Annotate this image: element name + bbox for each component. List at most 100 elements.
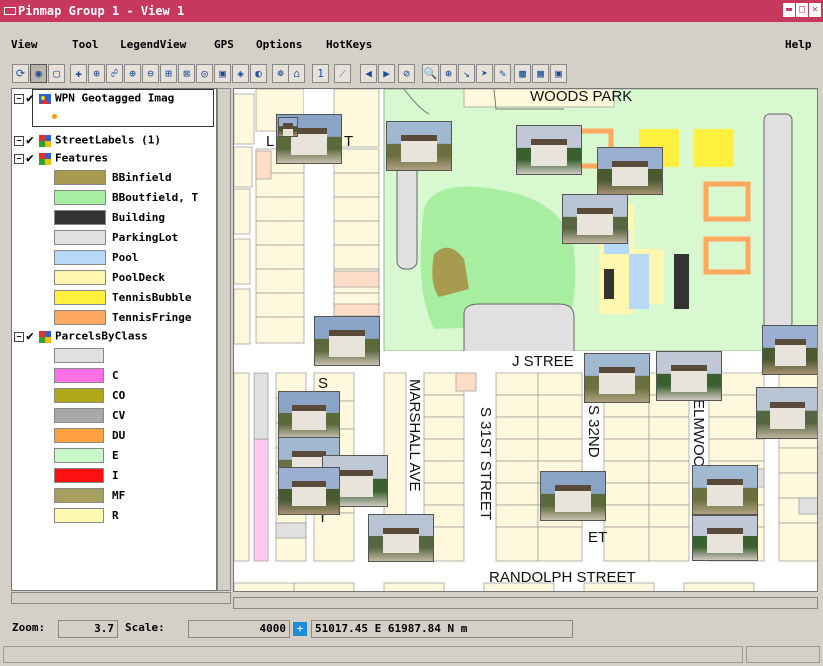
- photo-thumbnail[interactable]: [278, 391, 340, 439]
- menu-hotkeys[interactable]: HotKeys: [326, 38, 372, 51]
- legend-swatch: [54, 190, 106, 205]
- checkbox-icon[interactable]: ✔: [26, 151, 38, 166]
- zoom-field[interactable]: 3.7: [58, 620, 118, 638]
- message-field-right: [746, 646, 820, 663]
- photo-icon[interactable]: ◐: [250, 64, 267, 83]
- gps-icon[interactable]: ☸: [272, 64, 289, 83]
- edit-icon[interactable]: ✎: [494, 64, 511, 83]
- zoom-out-icon[interactable]: ⊖: [142, 64, 159, 83]
- menu-help[interactable]: Help: [785, 38, 812, 51]
- window-menu-icon[interactable]: [4, 7, 16, 15]
- photo-thumbnail[interactable]: [584, 353, 650, 403]
- map-horizontal-scrollbar[interactable]: [233, 597, 818, 609]
- label-marshall-ave: MARSHALL AVE: [406, 379, 423, 492]
- select-rect-icon[interactable]: ▢: [48, 64, 65, 83]
- add-layer-icon[interactable]: ✚: [70, 64, 87, 83]
- photo-thumbnail[interactable]: [597, 147, 663, 195]
- map-vertical-scrollbar[interactable]: [818, 88, 823, 592]
- collapse-icon[interactable]: −: [14, 93, 24, 104]
- collapse-icon[interactable]: −: [14, 153, 24, 164]
- arrow-tool-icon[interactable]: ↘: [458, 64, 475, 83]
- collapse-icon[interactable]: −: [14, 135, 24, 146]
- legend-horizontal-scrollbar[interactable]: [11, 592, 231, 604]
- house-icon: [337, 470, 373, 497]
- photo-thumbnail[interactable]: [314, 316, 380, 366]
- camera-icon[interactable]: ⌂: [288, 64, 305, 83]
- menu-bar: View Tool LegendView GPS Options HotKeys…: [0, 34, 823, 54]
- house-icon: [770, 402, 805, 429]
- layer-row-features[interactable]: − ✔ Features: [14, 151, 108, 167]
- maximize-icon[interactable]: □: [796, 3, 808, 17]
- stop-icon[interactable]: ⊘: [398, 64, 415, 83]
- house-icon: [775, 339, 806, 366]
- checkbox-icon[interactable]: ✔: [26, 133, 38, 148]
- photo-thumbnail[interactable]: [562, 194, 628, 244]
- coordinates-field: 51017.45 E 61987.84 N m: [311, 620, 573, 638]
- target-icon[interactable]: ◎: [196, 64, 213, 83]
- collapse-icon[interactable]: −: [14, 331, 24, 342]
- photo-thumbnail[interactable]: [278, 467, 340, 515]
- photo-thumbnail[interactable]: [368, 514, 434, 562]
- house-icon: [671, 365, 707, 392]
- select-arrow-icon[interactable]: ➤: [476, 64, 493, 83]
- photo-thumbnail[interactable]: [386, 121, 452, 171]
- checkbox-icon[interactable]: ✔: [26, 329, 38, 344]
- group-icon[interactable]: ☍: [106, 64, 123, 83]
- photo-thumbnail[interactable]: [516, 125, 582, 175]
- photo-thumbnail[interactable]: [278, 117, 298, 137]
- menu-options[interactable]: Options: [256, 38, 302, 51]
- menu-view[interactable]: View: [11, 38, 38, 51]
- features-icon: [39, 152, 51, 165]
- forward-icon[interactable]: ▶: [378, 64, 395, 83]
- print-icon[interactable]: ▩: [514, 64, 531, 83]
- legend-label: TennisBubble: [112, 291, 192, 304]
- legend-swatch: [54, 488, 104, 503]
- photo-thumbnail[interactable]: [692, 465, 758, 515]
- zoom-in-icon[interactable]: ⊕: [124, 64, 141, 83]
- zoom-tool-icon[interactable]: ⟳: [12, 64, 29, 83]
- text-tool-icon[interactable]: 1: [312, 64, 329, 83]
- house-icon: [383, 527, 419, 554]
- menu-legendview[interactable]: LegendView: [120, 38, 186, 51]
- line-tool-icon[interactable]: ⁄: [334, 64, 351, 83]
- crosshair-icon[interactable]: +: [293, 622, 307, 636]
- photo-thumbnail[interactable]: [692, 515, 758, 561]
- search-icon[interactable]: 🔍: [422, 64, 439, 83]
- photo-thumbnail[interactable]: [762, 325, 817, 375]
- photo-thumbnail[interactable]: [656, 351, 722, 401]
- layer-row-streetlabels[interactable]: − ✔ StreetLabels (1): [14, 133, 161, 149]
- legend-swatch: [54, 468, 104, 483]
- full-extent-icon[interactable]: ⊠: [178, 64, 195, 83]
- zoom-box-icon[interactable]: ⊞: [160, 64, 177, 83]
- label-j-street: J STREE: [512, 353, 574, 370]
- chart-icon[interactable]: ▦: [532, 64, 549, 83]
- map-view[interactable]: WOODS PARK J STREE RANDOLPH STREET L T S…: [233, 88, 818, 592]
- measure-icon[interactable]: ⊕: [88, 64, 105, 83]
- checkbox-icon[interactable]: ✔: [26, 91, 38, 106]
- layer-row-geotagged[interactable]: − ✔ WPN Geotagged Imag: [14, 91, 174, 107]
- pan-tool-icon[interactable]: ◉: [30, 64, 47, 83]
- scale-field[interactable]: 4000: [188, 620, 290, 638]
- label-l: L: [266, 133, 275, 150]
- identify-icon[interactable]: ▣: [214, 64, 231, 83]
- globe-icon[interactable]: ◈: [232, 64, 249, 83]
- label-randolph-street: RANDOLPH STREET: [489, 569, 636, 586]
- layer-row-parcels[interactable]: − ✔ ParcelsByClass: [14, 329, 148, 345]
- menu-tool[interactable]: Tool: [72, 38, 99, 51]
- back-icon[interactable]: ◀: [360, 64, 377, 83]
- photo-thumbnail[interactable]: [540, 471, 606, 521]
- close-icon[interactable]: ✕: [809, 3, 821, 17]
- street-labels-icon: [39, 134, 51, 147]
- window-title: Pinmap Group 1 - View 1: [18, 4, 185, 18]
- legend-label: BBoutfield, T: [112, 191, 199, 204]
- legend-vertical-scrollbar[interactable]: [217, 88, 231, 591]
- stop-square-icon[interactable]: ▣: [550, 64, 567, 83]
- label-s-31st-street: S 31ST STREET: [477, 407, 494, 521]
- photo-thumbnail[interactable]: [756, 387, 817, 439]
- legend-swatch: [54, 210, 106, 225]
- settings-icon[interactable]: ⊛: [440, 64, 457, 83]
- menu-gps[interactable]: GPS: [214, 38, 234, 51]
- minimize-icon[interactable]: ▬: [783, 3, 795, 17]
- layer-name: StreetLabels (1): [55, 133, 161, 147]
- scale-label: Scale:: [122, 620, 182, 638]
